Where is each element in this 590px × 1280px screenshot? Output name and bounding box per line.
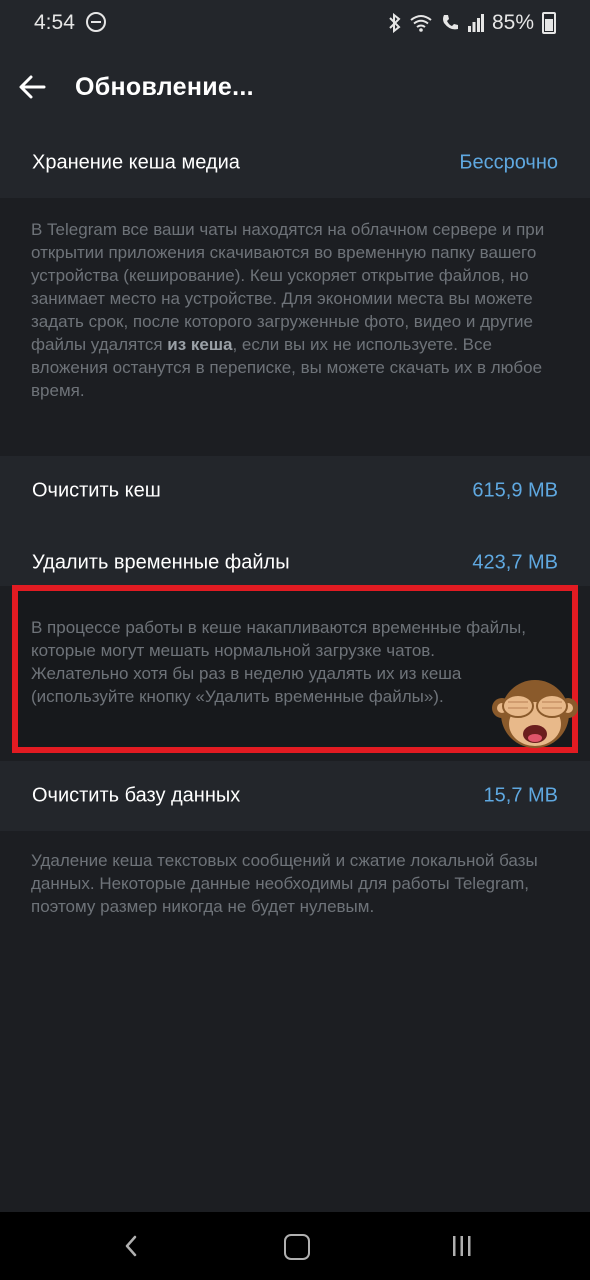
back-arrow-icon[interactable] [16,70,50,104]
clear-database-label: Очистить базу данных [32,784,241,807]
cache-storage-section: Хранение кеша медиа Бессрочно [0,128,590,198]
temp-files-info-text: В процессе работы в кеше накапливаются в… [31,618,526,706]
status-icons: 85% [388,11,556,35]
nav-back-icon[interactable] [120,1234,144,1258]
call-icon [442,15,458,30]
delete-temp-files-size: 423,7 MB [472,551,558,574]
clear-cache-row[interactable]: Очистить кеш 615,9 MB [0,456,590,526]
clear-cache-size: 615,9 MB [472,479,558,502]
cache-info-text: В Telegram все ваши чаты находятся на об… [31,218,563,402]
database-section: Очистить базу данных 15,7 MB [0,761,590,831]
cache-storage-label: Хранение кеша медиа [32,151,240,174]
cache-info-part: В Telegram все ваши чаты находятся на об… [31,220,545,354]
page-title: Обновление... [75,73,254,101]
bluetooth-icon [389,13,401,33]
nav-recents-icon[interactable] [450,1234,474,1258]
cache-actions-section: Очистить кеш 615,9 MB Удалить временные … [0,456,590,586]
battery-icon [542,12,556,34]
status-time: 4:54 [34,11,75,34]
app-bar: Обновление... [0,46,590,128]
cache-storage-value[interactable]: Бессрочно [459,152,558,175]
system-nav-bar [0,1212,590,1280]
status-bar: 4:54 85% [0,0,590,46]
clear-database-size: 15,7 MB [483,784,558,807]
clear-database-row[interactable]: Очистить базу данных 15,7 MB [0,761,590,831]
see-no-evil-monkey-icon [492,680,578,748]
battery-percent: 85% [491,11,534,34]
signal-icon [467,14,484,32]
wifi-icon [410,15,432,32]
delete-temp-files-label: Удалить временные файлы [32,551,290,574]
nav-home-icon[interactable] [284,1234,310,1260]
database-info-text: Удаление кеша текстовых сообщений и сжат… [31,851,538,916]
clear-cache-label: Очистить кеш [32,479,161,502]
do-not-disturb-icon [86,12,106,32]
cache-info-bold: из кеша [167,335,233,354]
cache-storage-row[interactable]: Хранение кеша медиа Бессрочно [0,128,590,198]
